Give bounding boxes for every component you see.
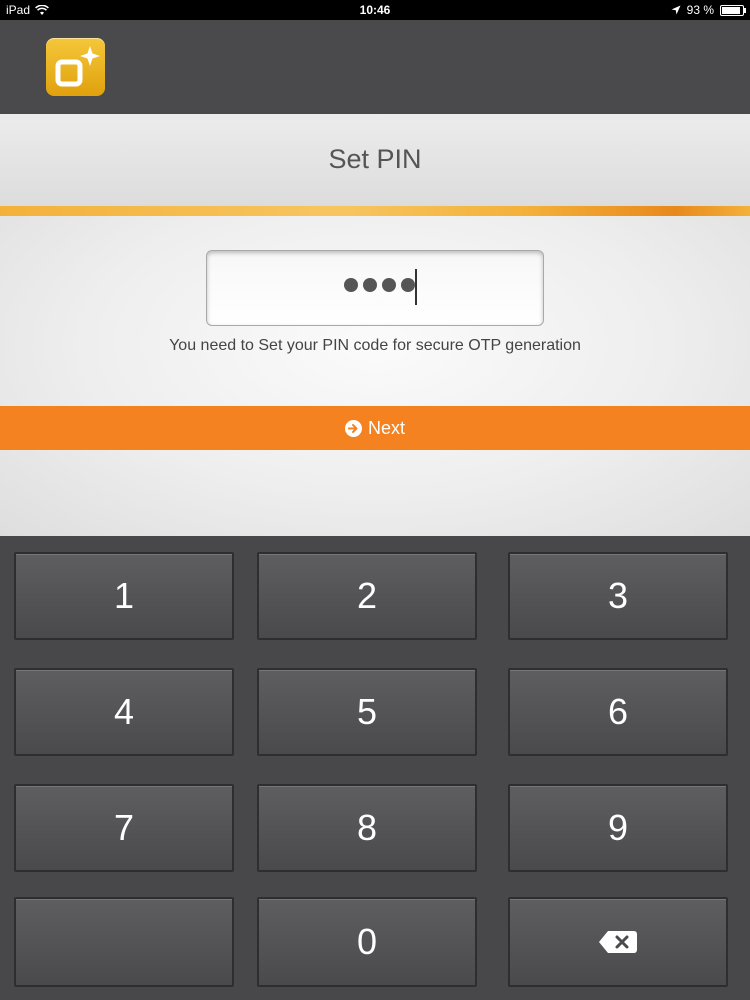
battery-icon	[720, 4, 746, 16]
key-blank[interactable]	[14, 897, 234, 987]
status-bar: iPad 10:46 93 %	[0, 0, 750, 20]
content-area: You need to Set your PIN code for secure…	[0, 216, 750, 536]
backspace-button[interactable]	[508, 897, 728, 987]
arrow-circle-right-icon	[344, 419, 362, 437]
pin-dot	[382, 278, 396, 292]
key-8[interactable]: 8	[257, 784, 477, 872]
accent-stripe	[0, 206, 750, 216]
pin-dot	[401, 278, 415, 292]
pin-dots	[344, 278, 415, 292]
pin-input[interactable]	[206, 250, 544, 326]
key-6[interactable]: 6	[508, 668, 728, 756]
status-right: 93 %	[671, 3, 746, 17]
key-3[interactable]: 3	[508, 552, 728, 640]
pin-dot	[363, 278, 377, 292]
app-header	[0, 20, 750, 114]
next-button[interactable]: Next	[0, 406, 750, 450]
app-logo-icon	[46, 38, 105, 96]
key-4[interactable]: 4	[14, 668, 234, 756]
backspace-icon	[599, 931, 637, 953]
battery-percent: 93 %	[686, 3, 714, 17]
status-time: 10:46	[359, 3, 391, 17]
key-0[interactable]: 0	[257, 897, 477, 987]
key-7[interactable]: 7	[14, 784, 234, 872]
key-5[interactable]: 5	[257, 668, 477, 756]
page-title: Set PIN	[328, 144, 422, 174]
keypad: 1 2 3 4 5 6 7 8 9 0	[0, 536, 750, 1000]
next-button-label: Next	[367, 417, 405, 438]
pin-dot	[344, 278, 358, 292]
title-band: Set PIN	[0, 114, 750, 208]
key-1[interactable]: 1	[14, 552, 234, 640]
text-cursor	[415, 269, 417, 305]
pin-hint-text: You need to Set your PIN code for secure…	[169, 337, 581, 354]
location-arrow-icon	[671, 5, 681, 15]
key-9[interactable]: 9	[508, 784, 728, 872]
key-2[interactable]: 2	[257, 552, 477, 640]
